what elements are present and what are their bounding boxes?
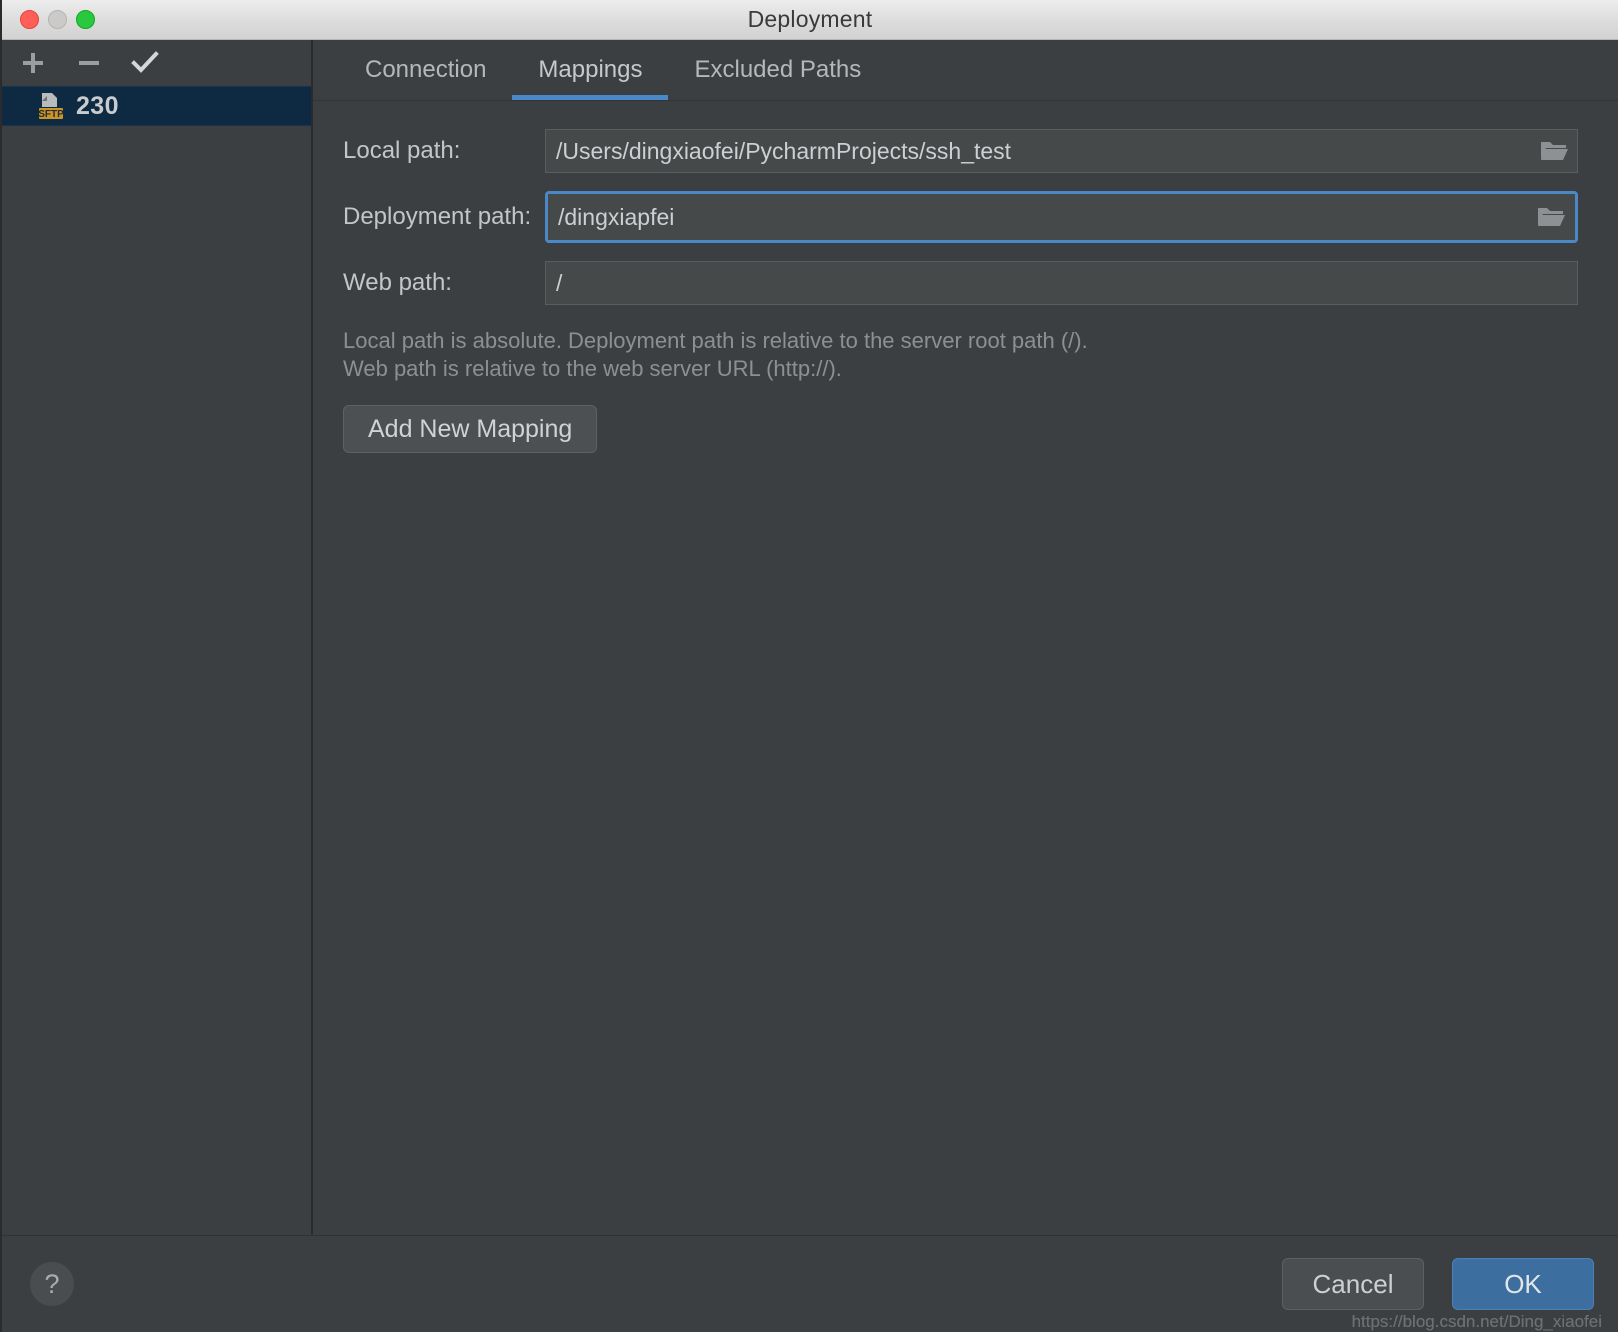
add-new-mapping-button[interactable]: Add New Mapping (343, 405, 598, 454)
folder-icon[interactable] (1537, 205, 1565, 229)
dialog-body: SFTP 230 Connection Mappings Excluded Pa… (2, 40, 1618, 1236)
add-server-button[interactable] (16, 46, 50, 80)
minus-icon (75, 49, 103, 77)
tab-excluded-paths[interactable]: Excluded Paths (668, 40, 887, 100)
cancel-button[interactable]: Cancel (1282, 1258, 1424, 1310)
tab-connection[interactable]: Connection (339, 40, 512, 100)
dialog-footer: ? Cancel OK https://blog.csdn.net/Ding_x… (2, 1236, 1618, 1332)
hint-line-2: Web path is relative to the web server U… (343, 356, 842, 382)
watermark-back: https://blog.csdn.net/Ding_xiaofei (1351, 1312, 1602, 1331)
hint-line-1: Local path is absolute. Deployment path … (343, 328, 1088, 353)
deployment-path-label: Deployment path: (343, 203, 532, 230)
web-path-row: Web path: (331, 261, 1578, 305)
local-path-label: Local path: (343, 137, 461, 164)
web-path-field-wrap (545, 261, 1578, 305)
sidebar-toolbar (2, 40, 311, 86)
watermark: https://blog.csdn.net/Ding_xiaofei https… (1352, 1313, 1602, 1330)
local-path-field-wrap (545, 129, 1578, 173)
server-name-label: 230 (76, 91, 119, 120)
watermark-front: https://blog.csdn.net/Ding_xiaofei (1351, 1312, 1602, 1331)
check-icon (130, 49, 160, 77)
ok-button[interactable]: OK (1452, 1258, 1594, 1310)
tab-mappings[interactable]: Mappings (512, 40, 669, 100)
help-button[interactable]: ? (30, 1262, 74, 1306)
local-path-row: Local path: (331, 129, 1578, 173)
plus-icon (19, 49, 47, 77)
server-list: SFTP 230 (2, 86, 311, 1235)
server-sidebar: SFTP 230 (2, 40, 313, 1235)
mappings-hint: Local path is absolute. Deployment path … (343, 327, 1578, 383)
local-path-input[interactable] (545, 129, 1578, 173)
deployment-path-row: Deployment path: (331, 191, 1578, 243)
web-path-input[interactable] (545, 261, 1578, 305)
dialog-content: Connection Mappings Excluded Paths Local… (313, 40, 1618, 1235)
web-path-label: Web path: (343, 269, 452, 296)
folder-icon[interactable] (1540, 139, 1568, 163)
deployment-dialog: Deployment SFTP 230 Connection Mappings … (0, 0, 1618, 1332)
deployment-path-field-wrap (545, 191, 1578, 243)
deployment-path-input[interactable] (548, 194, 1575, 240)
remove-server-button[interactable] (72, 46, 106, 80)
mappings-form: Local path: Deployment path: (313, 101, 1618, 1235)
window-title: Deployment (747, 6, 873, 32)
sftp-server-icon: SFTP (38, 92, 64, 120)
title-bar: Deployment (2, 0, 1618, 40)
svg-text:SFTP: SFTP (38, 109, 64, 120)
set-default-server-button[interactable] (128, 46, 162, 80)
tab-bar: Connection Mappings Excluded Paths (313, 40, 1618, 101)
server-list-item-230[interactable]: SFTP 230 (2, 86, 311, 126)
